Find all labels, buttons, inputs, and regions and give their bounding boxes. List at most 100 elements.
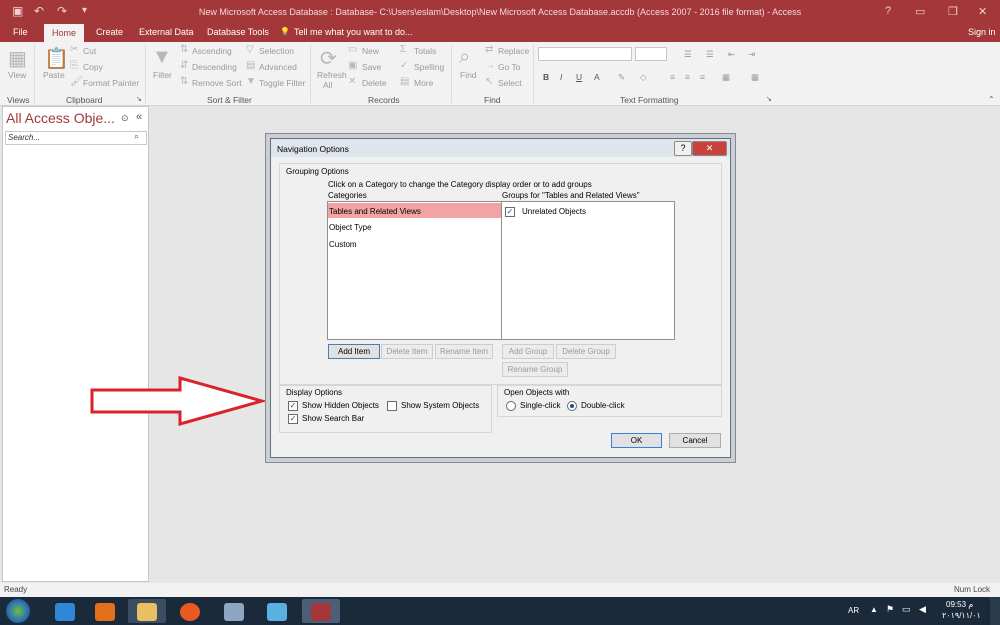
network-icon[interactable]: ▭ [902,604,911,615]
fill-color-icon[interactable]: ◇ [640,72,647,83]
view-button[interactable]: View [8,70,26,80]
unrelated-objects-checkbox[interactable]: ✓ [505,207,515,217]
language-indicator[interactable]: AR [848,606,859,615]
tab-external-data[interactable]: External Data [139,27,194,37]
refresh-button[interactable]: Refresh [317,70,347,80]
spelling-button[interactable]: Spelling [414,62,444,72]
text-formatting-launcher-icon[interactable]: ↘ [766,95,772,103]
show-system-objects-label[interactable]: Show System Objects [401,401,479,410]
font-name-combo[interactable] [538,47,632,61]
taskbar-item-ie[interactable] [46,599,84,623]
nav-menu-dropdown-icon[interactable]: ⊙ [121,113,129,124]
ribbon-display-icon[interactable]: ▭ [915,5,925,18]
new-record-button[interactable]: New [362,46,379,56]
single-click-radio[interactable] [506,401,516,411]
save-record-button[interactable]: Save [362,62,381,72]
show-hidden-icons-icon[interactable]: ▲ [870,605,878,614]
sign-in-link[interactable]: Sign in [968,27,996,37]
filter-icon[interactable]: ▼ [152,46,172,69]
flag-icon[interactable]: ⚑ [886,604,894,615]
show-hidden-objects-label[interactable]: Show Hidden Objects [302,401,379,410]
clock-time[interactable]: 09:53 م [946,600,973,609]
taskbar-item-calculator[interactable] [214,599,252,623]
select-button[interactable]: Select [498,78,522,88]
group-unrelated-objects[interactable]: Unrelated Objects [522,207,586,216]
show-desktop-button[interactable] [990,597,1000,625]
filter-button[interactable]: Filter [153,70,172,80]
paste-icon[interactable]: 📋 [44,46,69,71]
format-painter-button[interactable]: Format Painter [83,78,139,88]
align-left-icon[interactable]: ≡ [670,72,675,82]
copy-button[interactable]: Copy [83,62,103,72]
refresh-icon[interactable]: ⟳ [320,46,337,71]
list-icon[interactable]: ☰ [706,49,714,60]
cancel-button[interactable]: Cancel [669,433,721,448]
selection-button[interactable]: Selection [259,46,294,56]
nav-pane-title[interactable]: All Access Obje... [6,110,115,126]
clipboard-launcher-icon[interactable]: ↘ [136,95,142,103]
gridlines-icon[interactable]: ▦ [722,72,730,83]
tab-file[interactable]: File [13,27,28,37]
groups-list[interactable]: ✓ Unrelated Objects [501,201,675,340]
cut-button[interactable]: Cut [83,46,96,56]
delete-record-button[interactable]: Delete [362,78,387,88]
add-item-button[interactable]: Add Item [328,344,380,359]
find-button[interactable]: Find [460,70,477,80]
tab-database-tools[interactable]: Database Tools [207,27,269,37]
categories-list[interactable]: Tables and Related Views Object Type Cus… [327,201,502,340]
align-center-icon[interactable]: ≡ [685,72,690,82]
dialog-help-button[interactable]: ? [674,141,692,156]
category-tables-and-related-views[interactable]: Tables and Related Views [329,207,421,216]
goto-button[interactable]: Go To [498,62,521,72]
font-color-button[interactable]: A [594,72,600,82]
collapse-ribbon-icon[interactable]: ⌃ [988,95,995,104]
tab-home[interactable]: Home [44,24,85,42]
category-custom[interactable]: Custom [329,240,357,249]
delete-group-button[interactable]: Delete Group [556,344,616,359]
paste-button[interactable]: Paste [43,70,65,80]
volume-icon[interactable]: ◀ [919,604,926,615]
descending-button[interactable]: Descending [192,62,237,72]
nav-search-bar[interactable]: Search... ⌕ [5,131,147,145]
restore-button[interactable]: ❐ [948,5,958,18]
tell-me-search[interactable]: Tell me what you want to do... [294,27,413,37]
totals-button[interactable]: Totals [414,46,436,56]
double-click-radio[interactable] [567,401,577,411]
taskbar-item-media-player[interactable] [86,599,124,623]
show-hidden-objects-checkbox[interactable]: ✓ [288,401,298,411]
toggle-filter-button[interactable]: Toggle Filter [259,78,305,88]
double-click-label[interactable]: Double-click [581,401,625,410]
taskbar-item-app[interactable] [258,599,296,623]
taskbar-item-access[interactable] [302,599,340,623]
rename-group-button[interactable]: Rename Group [502,362,568,377]
font-size-combo[interactable] [635,47,667,61]
close-window-button[interactable]: ✕ [978,5,987,18]
align-right-icon[interactable]: ≡ [700,72,705,82]
taskbar-item-explorer[interactable] [128,599,166,623]
ascending-button[interactable]: Ascending [192,46,232,56]
view-icon[interactable]: ▦ [8,46,27,71]
indent-icon[interactable]: ⇤ [728,49,735,60]
help-button[interactable]: ? [885,5,891,17]
remove-sort-button[interactable]: Remove Sort [192,78,242,88]
start-button[interactable] [6,599,30,623]
more-button[interactable]: More [414,78,433,88]
bold-button[interactable]: B [543,72,549,82]
add-group-button[interactable]: Add Group [502,344,554,359]
highlight-icon[interactable]: ✎ [618,72,625,83]
category-object-type[interactable]: Object Type [329,223,372,232]
list-icon[interactable]: ☰ [684,49,692,60]
clock-date[interactable]: ٢٠١٩/١١/٠١ [942,611,981,620]
show-search-bar-checkbox[interactable]: ✓ [288,414,298,424]
single-click-label[interactable]: Single-click [520,401,560,410]
show-search-bar-label[interactable]: Show Search Bar [302,414,364,423]
search-icon[interactable]: ⌕ [134,131,139,142]
replace-button[interactable]: Replace [498,46,529,56]
taskbar-item-firefox[interactable] [171,599,209,623]
dialog-close-button[interactable]: ✕ [692,141,727,156]
advanced-button[interactable]: Advanced [259,62,297,72]
ok-button[interactable]: OK [611,433,662,448]
underline-button[interactable]: U [576,72,582,82]
show-system-objects-checkbox[interactable] [387,401,397,411]
paragraph-direction-icon[interactable]: ⇥ [748,49,755,60]
